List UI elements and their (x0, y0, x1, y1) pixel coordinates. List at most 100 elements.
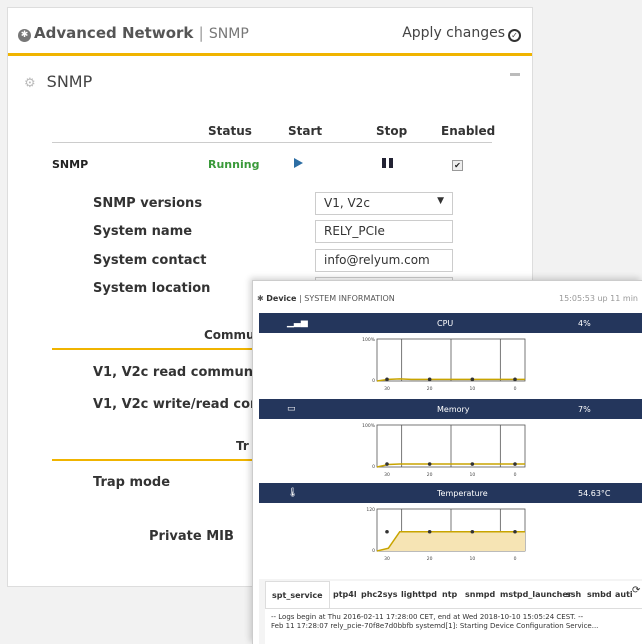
page: ✱ Advanced Network | SNMP Apply changes ✓ … (0, 0, 642, 644)
y-tick-label: 0 (372, 548, 375, 554)
x-tick-label: 20 (427, 386, 433, 392)
signal-icon: ▁▃▅ (287, 318, 308, 328)
title-separator: | (198, 24, 204, 42)
x-tick-label: 20 (427, 556, 433, 562)
system-location-label: System location (93, 281, 211, 296)
log-output: -- Logs begin at Thu 2016-02-11 17:28:00… (265, 608, 642, 644)
tab-lighttpd[interactable]: lighttpd (401, 590, 437, 599)
settings-circle-icon: ✱ (257, 294, 264, 303)
log-line: -- Logs begin at Thu 2016-02-11 17:28:00… (271, 613, 584, 621)
gear-icon: ⚙ (24, 76, 36, 91)
x-tick-label: 0 (514, 556, 517, 562)
service-name: SNMP (52, 158, 89, 171)
start-button[interactable] (294, 158, 303, 168)
trap-mode-label: Trap mode (93, 475, 171, 490)
page-subtitle: SNMP (208, 26, 249, 42)
cpu-chart: 30 20 10 0 100% 0 (259, 333, 642, 395)
x-tick-label: 10 (469, 386, 475, 392)
column-start: Start (288, 124, 323, 138)
x-tick-label: 30 (384, 472, 390, 478)
data-point (385, 529, 389, 534)
thermometer-icon: 🌡 (287, 488, 299, 498)
y-tick-label: 100% (362, 337, 376, 343)
system-name-value: RELY_PCIe (324, 224, 385, 238)
metric-name: Temperature (437, 489, 488, 498)
column-status: Status (208, 124, 252, 138)
tab-mstpd-launcher[interactable]: mstpd_launcher (500, 590, 572, 599)
refresh-icon[interactable]: ⟳ (632, 585, 640, 596)
metric-value: 4% (578, 319, 591, 328)
table-row: SNMP Running ✔ (52, 142, 492, 182)
temperature-bar: 🌡 Temperature 54.63°C (259, 483, 642, 503)
uptime-text: 15:05:53 up 11 min (559, 294, 638, 303)
status-badge: Running (208, 158, 260, 171)
tab-ssh[interactable]: ssh (566, 590, 581, 599)
snmp-versions-label: SNMP versions (93, 196, 203, 211)
tab-auth[interactable]: auti (615, 590, 633, 599)
section-title: SNMP (46, 72, 93, 91)
data-point (427, 377, 432, 382)
metric-value: 54.63°C (578, 489, 611, 498)
y-tick-label: 0 (372, 464, 375, 470)
device-subtitle: SYSTEM INFORMATION (304, 294, 395, 303)
system-contact-value: info@relyum.com (324, 253, 430, 267)
data-point (427, 462, 432, 466)
system-contact-input[interactable]: info@relyum.com (315, 249, 453, 272)
metric-value: 7% (578, 405, 591, 414)
memory-icon: ▭ (287, 404, 296, 414)
device-title: ✱ Device | SYSTEM INFORMATION (257, 294, 395, 303)
snmp-versions-value: V1, V2c (324, 196, 370, 210)
tab-phc2sys[interactable]: phc2sys (361, 590, 397, 599)
tab-ptp4l[interactable]: ptp4l (333, 590, 357, 599)
data-point (470, 377, 475, 382)
area-fill (377, 531, 525, 551)
tab-ntp[interactable]: ntp (442, 590, 457, 599)
chevron-down-icon: ▼ (437, 196, 444, 206)
metric-name: Memory (437, 405, 470, 414)
apply-changes-label: Apply changes (402, 25, 505, 41)
traps-section-title: Tr (236, 439, 249, 453)
data-point (513, 462, 517, 466)
x-tick-label: 0 (514, 386, 517, 392)
metric-name: CPU (437, 319, 454, 328)
column-stop: Stop (376, 124, 408, 138)
x-tick-label: 10 (469, 472, 475, 478)
temperature-chart-svg: 30 20 10 0 120 0 (366, 507, 526, 562)
enabled-checkbox[interactable]: ✔ (452, 160, 463, 171)
collapse-button[interactable] (510, 73, 520, 76)
page-title: ✱ Advanced Network | SNMP (18, 24, 249, 42)
snmp-versions-select[interactable]: V1, V2c ▼ (315, 192, 453, 215)
data-point (470, 462, 475, 466)
check-circle-icon: ✓ (508, 29, 521, 42)
cpu-bar: ▁▃▅ CPU 4% (259, 313, 642, 333)
x-tick-label: 30 (384, 386, 390, 392)
memory-chart: 30 20 10 0 100% 0 (259, 419, 642, 481)
service-table: Status Start Stop Enabled SNMP Running ✔ (52, 118, 496, 182)
x-tick-label: 30 (384, 556, 390, 562)
column-enabled: Enabled (441, 124, 496, 138)
settings-circle-icon: ✱ (18, 29, 31, 42)
system-contact-label: System contact (93, 253, 207, 268)
device-info-panel: ✱ Device | SYSTEM INFORMATION 15:05:53 u… (252, 280, 642, 644)
data-point (513, 377, 517, 382)
cpu-chart-svg: 30 20 10 0 100% 0 (362, 337, 526, 392)
apply-changes-button[interactable]: Apply changes ✓ (402, 25, 521, 42)
y-tick-label: 120 (366, 507, 375, 513)
data-point (513, 529, 517, 534)
tab-snmpd[interactable]: snmpd (465, 590, 495, 599)
data-point (427, 529, 432, 534)
system-name-input[interactable]: RELY_PCIe (315, 220, 453, 243)
table-header: Status Start Stop Enabled (52, 118, 496, 142)
log-line: Feb 11 17:28:07 rely_pcie-70f8e7d0bbfb s… (271, 622, 599, 630)
read-community-label: V1, V2c read community (93, 365, 273, 380)
stop-button[interactable] (382, 158, 393, 168)
x-tick-label: 0 (514, 472, 517, 478)
memory-bar: ▭ Memory 7% (259, 399, 642, 419)
private-mib-label: Private MIB (149, 529, 234, 544)
panel-header: ✱ Advanced Network | SNMP Apply changes ✓ (8, 8, 532, 56)
logs-section: spt_service ptp4l phc2sys lighttpd ntp s… (259, 579, 642, 644)
y-tick-label: 100% (362, 423, 376, 429)
tab-smbd[interactable]: smbd (587, 590, 612, 599)
memory-chart-svg: 30 20 10 0 100% 0 (362, 423, 526, 478)
tab-spt-service[interactable]: spt_service (265, 581, 330, 608)
